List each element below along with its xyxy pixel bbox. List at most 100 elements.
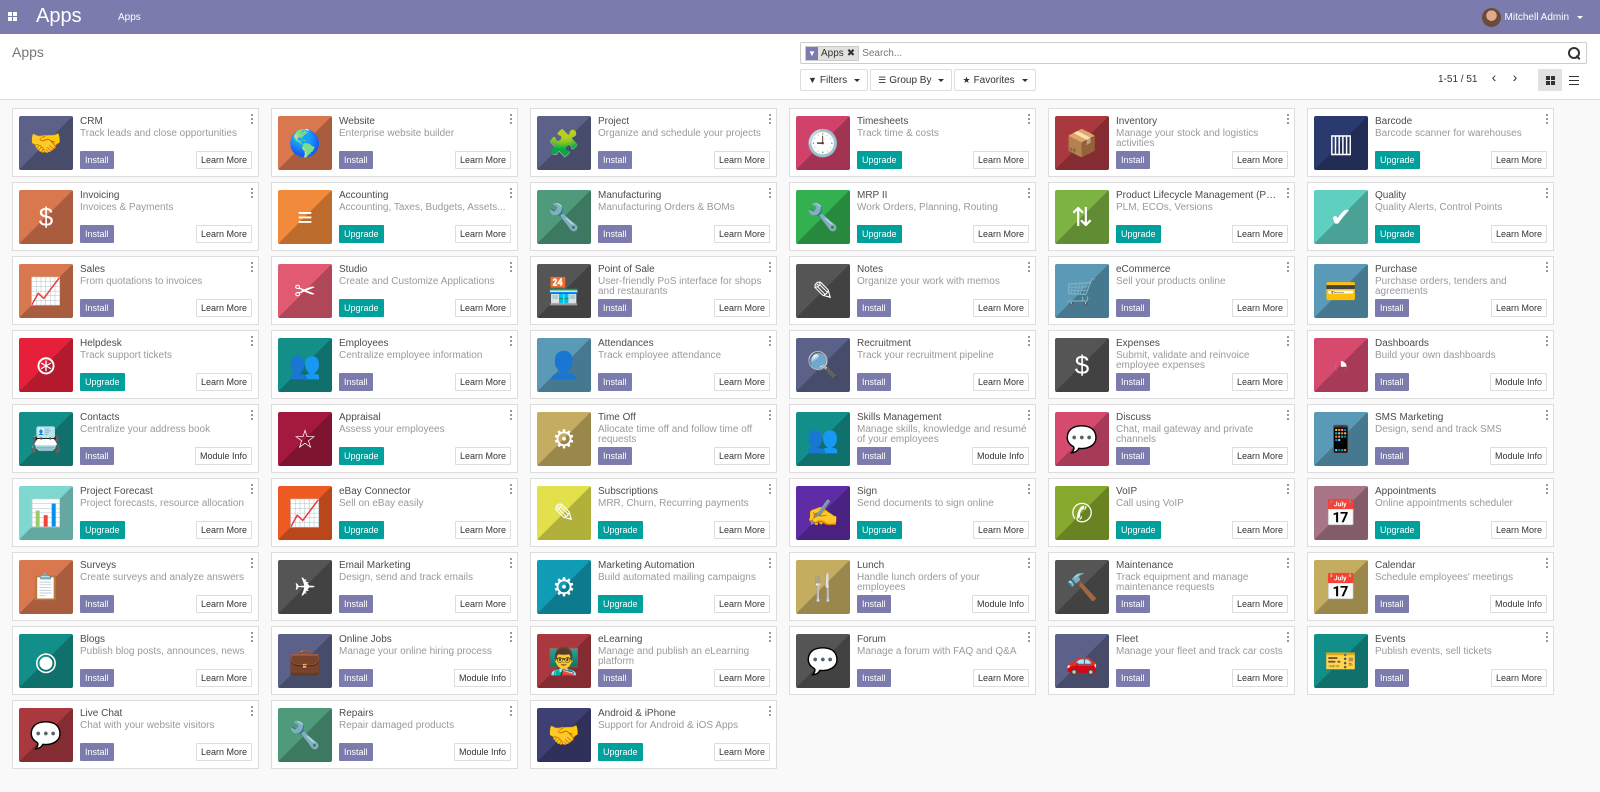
app-card[interactable]: 👨‍🏫 eLearning Manage and publish an eLearn…	[530, 626, 777, 695]
kebab-menu-icon[interactable]	[768, 114, 772, 124]
learn-more-button[interactable]: Learn More	[713, 299, 770, 317]
kebab-menu-icon[interactable]	[1027, 188, 1031, 198]
kebab-menu-icon[interactable]	[768, 558, 772, 568]
kebab-menu-icon[interactable]	[1545, 262, 1549, 272]
install-button[interactable]: Install	[80, 225, 114, 243]
app-card[interactable]: ✎ Subscriptions MRR, Churn, Recurring paym…	[530, 478, 777, 547]
learn-more-button[interactable]: Learn More	[713, 151, 770, 169]
kebab-menu-icon[interactable]	[768, 484, 772, 494]
app-card[interactable]: 🕘 Timesheets Track time & costs Upgrade Lear…	[789, 108, 1036, 177]
upgrade-button[interactable]: Upgrade	[1116, 225, 1161, 243]
kebab-menu-icon[interactable]	[1286, 632, 1290, 642]
install-button[interactable]: Install	[857, 373, 891, 391]
app-card[interactable]: 📅 Calendar Schedule employees' meetings Ins…	[1307, 552, 1554, 621]
learn-more-button[interactable]: Learn More	[713, 521, 770, 539]
install-button[interactable]: Install	[857, 669, 891, 687]
app-card[interactable]: 🔍 Recruitment Track your recruitment pipel…	[789, 330, 1036, 399]
kebab-menu-icon[interactable]	[250, 558, 254, 568]
group-by-button[interactable]: ☰ Group By	[870, 69, 953, 91]
learn-more-button[interactable]: Learn More	[1231, 669, 1288, 687]
kebab-menu-icon[interactable]	[768, 632, 772, 642]
learn-more-button[interactable]: Learn More	[1231, 595, 1288, 613]
module-info-button[interactable]: Module Info	[1489, 447, 1547, 465]
learn-more-button[interactable]: Learn More	[1231, 151, 1288, 169]
install-button[interactable]: Install	[1116, 447, 1150, 465]
list-view-button[interactable]	[1562, 69, 1586, 91]
learn-more-button[interactable]: Learn More	[195, 225, 252, 243]
app-card[interactable]: 🔧 Manufacturing Manufacturing Orders & BOM…	[530, 182, 777, 251]
learn-more-button[interactable]: Learn More	[713, 373, 770, 391]
app-card[interactable]: 📋 Surveys Create surveys and analyze answe…	[12, 552, 259, 621]
upgrade-button[interactable]: Upgrade	[339, 447, 384, 465]
kebab-menu-icon[interactable]	[1286, 558, 1290, 568]
search-input[interactable]	[859, 47, 1566, 59]
learn-more-button[interactable]: Learn More	[195, 299, 252, 317]
kebab-menu-icon[interactable]	[1027, 262, 1031, 272]
upgrade-button[interactable]: Upgrade	[857, 521, 902, 539]
app-card[interactable]: 🔧 MRP II Work Orders, Planning, Routing Upg…	[789, 182, 1036, 251]
upgrade-button[interactable]: Upgrade	[598, 743, 643, 761]
kebab-menu-icon[interactable]	[509, 706, 513, 716]
kebab-menu-icon[interactable]	[509, 410, 513, 420]
learn-more-button[interactable]: Learn More	[195, 151, 252, 169]
filters-button[interactable]: ▼ Filters	[800, 69, 869, 91]
learn-more-button[interactable]: Learn More	[1490, 521, 1547, 539]
app-card[interactable]: 📦 Inventory Manage your stock and logistic…	[1048, 108, 1295, 177]
app-card[interactable]: 🚗 Fleet Manage your fleet and track car co…	[1048, 626, 1295, 695]
learn-more-button[interactable]: Learn More	[454, 447, 511, 465]
module-info-button[interactable]: Module Info	[194, 447, 252, 465]
app-card[interactable]: 🤝 CRM Track leads and close opportunities I…	[12, 108, 259, 177]
kebab-menu-icon[interactable]	[1027, 410, 1031, 420]
install-button[interactable]: Install	[80, 151, 114, 169]
app-card[interactable]: ☆ Appraisal Assess your employees Upgrade Le…	[271, 404, 518, 473]
learn-more-button[interactable]: Learn More	[713, 743, 770, 761]
install-button[interactable]: Install	[339, 595, 373, 613]
kanban-view-button[interactable]	[1538, 69, 1562, 91]
app-card[interactable]: ⊛ Helpdesk Track support tickets Upgrade Lea…	[12, 330, 259, 399]
kebab-menu-icon[interactable]	[768, 262, 772, 272]
app-card[interactable]: 📅 Appointments Online appointments schedul…	[1307, 478, 1554, 547]
module-info-button[interactable]: Module Info	[1489, 595, 1547, 613]
learn-more-button[interactable]: Learn More	[1231, 521, 1288, 539]
kebab-menu-icon[interactable]	[509, 484, 513, 494]
kebab-menu-icon[interactable]	[1027, 484, 1031, 494]
learn-more-button[interactable]: Learn More	[195, 743, 252, 761]
app-card[interactable]: ◉ Blogs Publish blog posts, announces, new…	[12, 626, 259, 695]
kebab-menu-icon[interactable]	[250, 706, 254, 716]
learn-more-button[interactable]: Learn More	[1231, 299, 1288, 317]
remove-facet-icon[interactable]: ✖	[847, 47, 858, 60]
kebab-menu-icon[interactable]	[509, 188, 513, 198]
kebab-menu-icon[interactable]	[509, 114, 513, 124]
app-card[interactable]: 💬 Live Chat Chat with your website visitor…	[12, 700, 259, 769]
install-button[interactable]: Install	[598, 447, 632, 465]
upgrade-button[interactable]: Upgrade	[1116, 521, 1161, 539]
app-card[interactable]: ▥ Barcode Barcode scanner for warehouses Up…	[1307, 108, 1554, 177]
upgrade-button[interactable]: Upgrade	[1375, 151, 1420, 169]
install-button[interactable]: Install	[598, 225, 632, 243]
install-button[interactable]: Install	[857, 447, 891, 465]
app-card[interactable]: ✎ Notes Organize your work with memos Insta…	[789, 256, 1036, 325]
app-card[interactable]: 📈 Sales From quotations to invoices Install…	[12, 256, 259, 325]
app-card[interactable]: 🎫 Events Publish events, sell tickets Insta…	[1307, 626, 1554, 695]
learn-more-button[interactable]: Learn More	[972, 521, 1029, 539]
module-info-button[interactable]: Module Info	[453, 669, 511, 687]
app-menu-icon[interactable]	[8, 12, 17, 21]
app-card[interactable]: 👥 Employees Centralize employee informatio…	[271, 330, 518, 399]
learn-more-button[interactable]: Learn More	[972, 151, 1029, 169]
install-button[interactable]: Install	[1375, 447, 1409, 465]
module-info-button[interactable]: Module Info	[453, 743, 511, 761]
install-button[interactable]: Install	[80, 743, 114, 761]
upgrade-button[interactable]: Upgrade	[339, 521, 384, 539]
app-card[interactable]: ✔ Quality Quality Alerts, Control Points Up…	[1307, 182, 1554, 251]
install-button[interactable]: Install	[598, 299, 632, 317]
kebab-menu-icon[interactable]	[1545, 632, 1549, 642]
learn-more-button[interactable]: Learn More	[1231, 447, 1288, 465]
app-card[interactable]: 🛒 eCommerce Sell your products online Insta…	[1048, 256, 1295, 325]
install-button[interactable]: Install	[1116, 299, 1150, 317]
upgrade-button[interactable]: Upgrade	[80, 373, 125, 391]
user-menu[interactable]: Mitchell Admin	[1481, 8, 1583, 27]
app-card[interactable]: 🔨 Maintenance Track equipment and manage m…	[1048, 552, 1295, 621]
learn-more-button[interactable]: Learn More	[195, 595, 252, 613]
app-card[interactable]: 💼 Online Jobs Manage your online hiring pr…	[271, 626, 518, 695]
learn-more-button[interactable]: Learn More	[972, 373, 1029, 391]
